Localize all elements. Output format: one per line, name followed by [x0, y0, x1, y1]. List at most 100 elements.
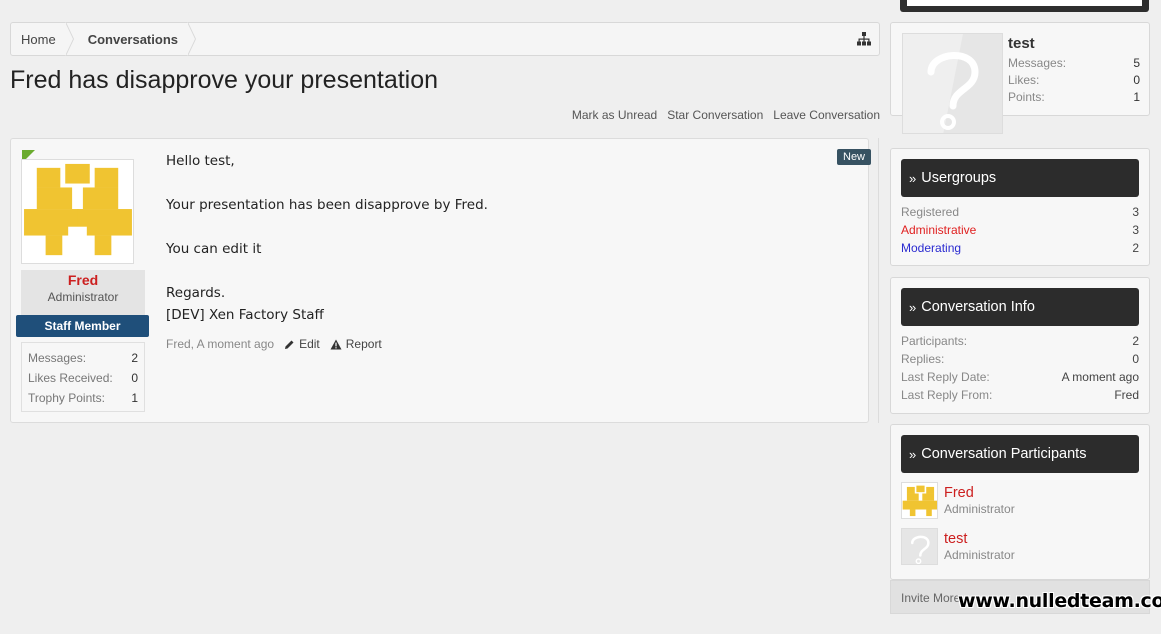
visitor-name[interactable]: test	[1008, 35, 1035, 52]
participant-title: Administrator	[944, 501, 1015, 516]
stat-row: Last Reply Date: A moment ago	[891, 368, 1149, 386]
warning-icon	[330, 339, 342, 349]
stat-row: Messages: 5	[1008, 55, 1140, 72]
participant-avatar[interactable]	[901, 527, 938, 565]
stat-row: Trophy Points: 1	[28, 388, 138, 408]
conversation-actions: Mark as Unread Star Conversation Leave C…	[572, 108, 880, 122]
stat-value: 2	[1132, 241, 1139, 255]
stat-value: 5	[1133, 56, 1140, 70]
default-avatar-icon	[902, 528, 937, 564]
stat-label: Last Reply Date:	[901, 370, 990, 384]
stat-label: Likes:	[1008, 73, 1040, 87]
stat-value: 2	[131, 351, 138, 365]
stat-row: Last Reply From: Fred	[891, 386, 1149, 404]
edit-button[interactable]: Edit	[284, 337, 320, 351]
visitor-panel: test Messages: 5 Likes: 0 Points: 1	[890, 22, 1150, 134]
stat-label[interactable]: Administrative	[901, 221, 976, 239]
breadcrumb-home[interactable]: Home	[11, 22, 74, 56]
stat-label: Participants:	[901, 334, 968, 348]
stat-value: 0	[1132, 352, 1139, 366]
stat-value: 0	[131, 371, 138, 385]
sitemap-icon[interactable]	[857, 32, 871, 46]
author-name[interactable]: Fred	[21, 272, 145, 288]
stat-label: Trophy Points:	[28, 391, 105, 405]
identicon-icon	[902, 483, 937, 518]
message-line: Hello test,	[166, 153, 235, 169]
default-avatar-icon	[903, 34, 1002, 133]
conversation-info-panel: » Conversation Info Participants: 2 Replie…	[890, 277, 1150, 414]
stat-value: 0	[1133, 73, 1140, 87]
staff-banner: Staff Member	[16, 315, 149, 337]
stat-value: 1	[1133, 90, 1140, 104]
new-badge: New	[837, 149, 872, 165]
stat-label: Messages:	[1008, 56, 1067, 70]
stat-label: Last Reply From:	[901, 388, 993, 402]
report-button[interactable]: Report	[330, 337, 382, 351]
pencil-icon	[285, 340, 294, 349]
breadcrumb-conversations[interactable]: Conversations	[74, 22, 197, 56]
leave-conversation-link[interactable]: Leave Conversation	[773, 108, 880, 122]
stat-row: Administrative 3	[891, 221, 1149, 239]
stat-label[interactable]: Registered	[901, 203, 959, 221]
participants-panel: » Conversation Participants Fred Adminis…	[890, 424, 1150, 580]
stat-row: Registered 3	[891, 203, 1149, 221]
stat-value: 3	[1132, 205, 1139, 219]
usergroups-panel: » Usergroups Registered 3 Administrative 3 M…	[890, 148, 1150, 266]
stat-row: Moderating 2	[891, 239, 1149, 257]
stat-label: Messages:	[28, 351, 87, 365]
stat-label[interactable]: Moderating	[901, 239, 961, 257]
participant-item[interactable]: Fred Administrator	[901, 481, 1139, 519]
message-line: [DEV] Xen Factory Staff	[166, 307, 324, 323]
participant-name[interactable]: Fred	[944, 485, 1015, 502]
message-line: Your presentation has been disapprove by…	[166, 197, 488, 213]
visitor-stats: Messages: 5 Likes: 0 Points: 1	[1008, 55, 1140, 106]
double-chevron-icon: »	[909, 170, 917, 186]
stat-row: Participants: 2	[891, 332, 1149, 350]
stat-row: Replies: 0	[891, 350, 1149, 368]
stat-row: Messages: 2	[28, 348, 138, 368]
stat-row: Likes Received: 0	[28, 368, 138, 388]
stat-value: 2	[1132, 334, 1139, 348]
author-avatar[interactable]	[21, 159, 134, 264]
edit-label: Edit	[299, 337, 320, 351]
participant-title: Administrator	[944, 547, 1015, 562]
page-title: Fred has disapprove your presentation	[10, 66, 439, 94]
stat-label: Replies:	[901, 352, 945, 366]
double-chevron-icon: »	[909, 299, 917, 315]
participant-avatar[interactable]	[901, 481, 938, 519]
stat-row: Likes: 0	[1008, 72, 1140, 89]
stat-label: Points:	[1008, 90, 1045, 104]
participants-title: Conversation Participants	[921, 446, 1087, 462]
sidebar-top-bar	[900, 0, 1149, 12]
conversation-info-title: Conversation Info	[921, 299, 1035, 315]
identicon-icon	[22, 160, 133, 263]
usergroups-heading: » Usergroups	[901, 159, 1139, 197]
breadcrumb: Home Conversations	[10, 22, 880, 56]
message-line: You can edit it	[166, 241, 262, 257]
usergroups-title: Usergroups	[921, 170, 997, 186]
double-chevron-icon: »	[909, 446, 917, 462]
message-byline[interactable]: Fred, A moment ago	[166, 337, 274, 351]
author-title: Administrator	[47, 290, 119, 304]
stat-row: Points: 1	[1008, 89, 1140, 106]
stat-value: Fred	[1114, 388, 1139, 402]
visitor-avatar[interactable]	[902, 33, 1003, 134]
author-stats: Messages: 2 Likes Received: 0 Trophy Points:…	[21, 342, 145, 412]
participant-item[interactable]: test Administrator	[901, 527, 1139, 565]
divider	[878, 138, 879, 423]
participants-heading: » Conversation Participants	[901, 435, 1139, 473]
stat-value: 1	[131, 391, 138, 405]
watermark: www.nulledteam.com	[958, 590, 1161, 612]
author-info: Fred Administrator	[21, 272, 145, 304]
stat-value: 3	[1132, 223, 1139, 237]
participant-name[interactable]: test	[944, 531, 1015, 548]
message-meta: Fred, A moment ago Edit Report	[166, 337, 382, 351]
stat-value: A moment ago	[1061, 370, 1139, 384]
star-conversation-link[interactable]: Star Conversation	[667, 108, 763, 122]
message-line: Regards.	[166, 285, 226, 301]
stat-label: Likes Received:	[28, 371, 113, 385]
message-body: Hello test, Your presentation has been d…	[166, 150, 488, 326]
conversation-info-heading: » Conversation Info	[901, 288, 1139, 326]
report-label: Report	[345, 337, 382, 351]
mark-unread-link[interactable]: Mark as Unread	[572, 108, 657, 122]
